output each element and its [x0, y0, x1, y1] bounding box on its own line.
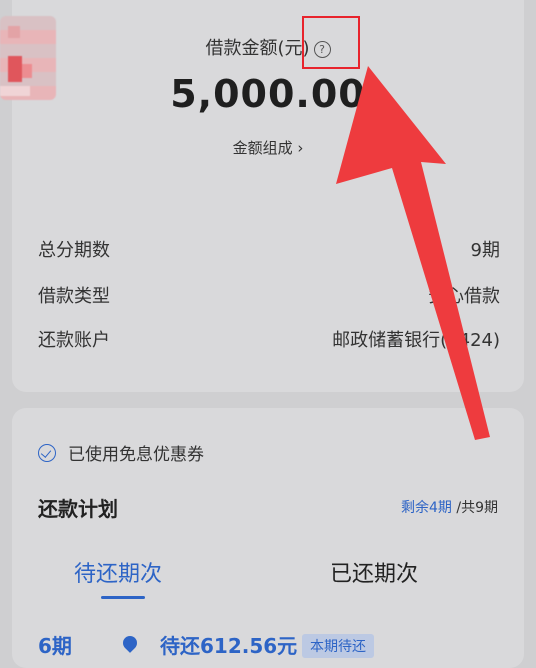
annotation-highlight-box: [302, 16, 360, 69]
total-periods: /共9期: [456, 500, 498, 516]
remaining-periods: 剩余4期: [401, 500, 452, 516]
loan-amount: 5,000.00: [170, 72, 366, 116]
detail-row-installments: 总分期数 9期: [38, 236, 500, 262]
detail-row-account[interactable]: 还款账户 邮政储蓄银行(2424): [38, 326, 500, 352]
detail-value: 邮政储蓄银行(2424): [332, 330, 500, 351]
plan-title: 还款计划: [38, 497, 118, 521]
coupon-status: 已使用免息优惠券: [38, 440, 204, 465]
tab-pending[interactable]: 待还期次: [74, 556, 162, 588]
plan-remaining: 剩余4期 /共9期: [401, 497, 498, 517]
detail-value: 9期: [470, 240, 500, 261]
coupon-text: 已使用免息优惠券: [68, 445, 204, 465]
detail-value: 安心借款: [428, 286, 500, 307]
active-tab-indicator: [101, 596, 145, 599]
amount-title: 借款金额(元): [205, 38, 310, 59]
detail-row-loan-type: 借款类型 安心借款: [38, 282, 500, 308]
detail-label: 借款类型: [38, 286, 110, 307]
amount-composition-link[interactable]: 金额组成 ›: [0, 137, 536, 158]
schedule-amount: 待还612.56元: [160, 634, 298, 658]
detail-label: 还款账户: [38, 330, 110, 351]
check-circle-icon: [38, 443, 56, 462]
schedule-period: 6期: [38, 634, 72, 658]
detail-label: 总分期数: [38, 240, 110, 261]
amount-title-row: 借款金额(元)?: [0, 34, 536, 60]
status-badge: 本期待还: [302, 634, 374, 658]
tab-paid[interactable]: 已还期次: [330, 556, 418, 588]
